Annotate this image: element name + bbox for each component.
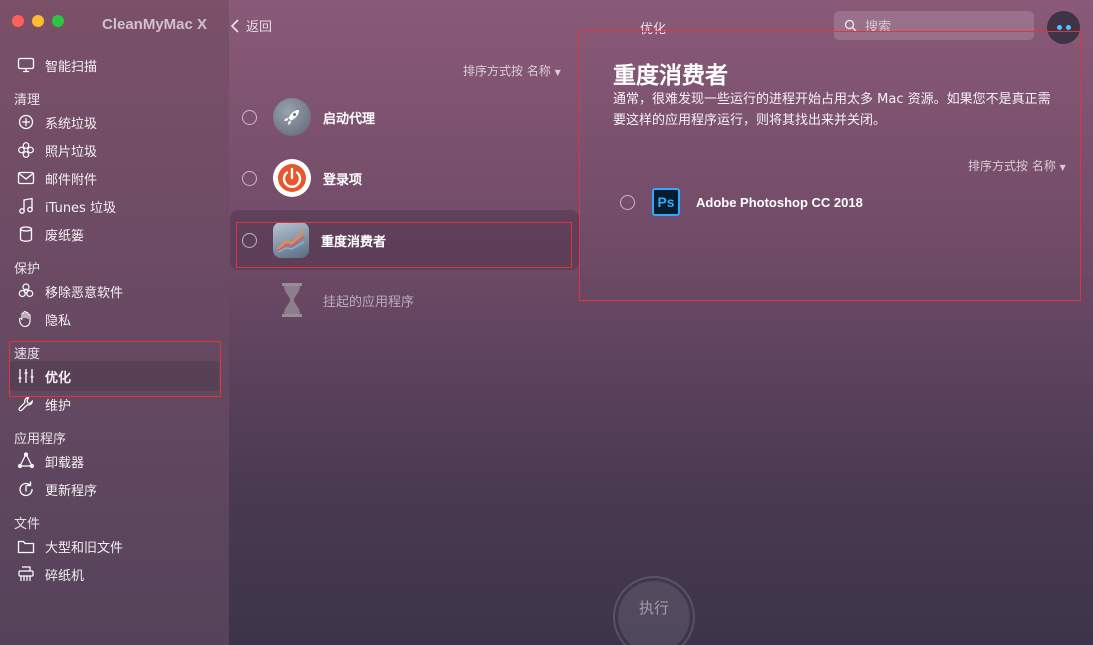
monitor-icon bbox=[16, 55, 36, 75]
sidebar-item-mail-attachments[interactable]: 邮件附件 bbox=[10, 163, 219, 193]
sliders-icon bbox=[16, 366, 36, 386]
sidebar-item-optimization[interactable]: 优化 bbox=[10, 361, 219, 391]
search-icon bbox=[844, 19, 857, 32]
sidebar-item-label: 隐私 bbox=[45, 313, 72, 329]
mail-icon bbox=[16, 168, 36, 188]
zoom-window-button[interactable] bbox=[52, 15, 64, 27]
system-junk-icon bbox=[16, 112, 36, 132]
sidebar-item-label: iTunes 垃圾 bbox=[45, 200, 116, 216]
sidebar-item-label: 系统垃圾 bbox=[45, 116, 98, 132]
sidebar-item-label: 更新程序 bbox=[45, 483, 98, 499]
list-item-launch-agents[interactable]: 启动代理 bbox=[230, 87, 579, 147]
chart-icon bbox=[273, 222, 309, 258]
sidebar-item-smart-scan[interactable]: 智能扫描 bbox=[10, 50, 219, 80]
sidebar-item-photo-junk[interactable]: 照片垃圾 bbox=[10, 135, 219, 165]
sidebar-item-label: 碎纸机 bbox=[45, 568, 85, 584]
section-label-cleanup: 清理 bbox=[14, 93, 41, 108]
list-item-label: 登录项 bbox=[323, 172, 363, 188]
sidebar-item-shredder[interactable]: 碎纸机 bbox=[10, 559, 219, 589]
assistant-button[interactable] bbox=[1047, 11, 1080, 44]
assistant-dot-icon bbox=[1056, 25, 1062, 30]
updater-icon bbox=[16, 479, 36, 499]
section-label-applications: 应用程序 bbox=[14, 432, 67, 447]
sidebar-item-label: 卸载器 bbox=[45, 455, 85, 471]
page-title: 优化 bbox=[640, 22, 667, 37]
sidebar-item-privacy[interactable]: 隐私 bbox=[10, 304, 219, 334]
sort-dropdown[interactable]: 排序方式按 名称 ▼ bbox=[463, 62, 561, 79]
rocket-icon bbox=[273, 98, 311, 136]
flower-icon bbox=[16, 140, 36, 160]
app-window: CleanMyMac X 智能扫描 清理 系统垃圾 照片垃圾 邮件附件 iTun… bbox=[0, 0, 1093, 645]
list-item-label: 挂起的应用程序 bbox=[323, 294, 415, 310]
sidebar-item-label: 邮件附件 bbox=[45, 172, 98, 188]
sort-label: 排序方式按 名称 bbox=[463, 64, 551, 78]
power-icon bbox=[273, 159, 311, 197]
search-input[interactable]: 搜索 bbox=[834, 11, 1034, 40]
biohazard-icon bbox=[16, 281, 36, 301]
hand-icon bbox=[16, 309, 36, 329]
back-label: 返回 bbox=[246, 20, 273, 35]
sidebar-item-label: 优化 bbox=[45, 370, 72, 386]
sidebar-item-label: 移除恶意软件 bbox=[45, 285, 124, 301]
chevron-left-icon bbox=[230, 18, 239, 33]
list-item-label: 启动代理 bbox=[323, 111, 376, 127]
sidebar-item-trash[interactable]: 废纸篓 bbox=[10, 219, 219, 249]
section-label-files: 文件 bbox=[14, 517, 41, 532]
app-title: CleanMyMac X bbox=[102, 16, 208, 33]
sidebar-item-label: 智能扫描 bbox=[45, 59, 98, 75]
app-row[interactable]: Ps Adobe Photoshop CC 2018 bbox=[620, 188, 863, 216]
sidebar-item-system-junk[interactable]: 系统垃圾 bbox=[10, 107, 219, 137]
detail-title: 重度消费者 bbox=[613, 63, 728, 89]
sidebar-item-updater[interactable]: 更新程序 bbox=[10, 474, 219, 504]
sidebar-item-label: 照片垃圾 bbox=[45, 144, 98, 160]
music-note-icon bbox=[16, 196, 36, 216]
run-button[interactable]: 执行 bbox=[618, 581, 690, 645]
checkbox[interactable] bbox=[242, 232, 257, 248]
sidebar-item-label: 大型和旧文件 bbox=[45, 540, 124, 556]
sidebar: CleanMyMac X 智能扫描 清理 系统垃圾 照片垃圾 邮件附件 iTun… bbox=[0, 0, 229, 645]
sidebar-item-itunes-junk[interactable]: iTunes 垃圾 bbox=[10, 191, 219, 221]
list-item-label: 重度消费者 bbox=[321, 234, 387, 250]
uninstaller-icon bbox=[16, 451, 36, 471]
run-button-ring: 执行 bbox=[613, 576, 695, 645]
hourglass-icon bbox=[273, 281, 311, 319]
sort-label: 排序方式按 名称 bbox=[968, 159, 1056, 173]
detail-description: 通常，很难发现一些运行的进程开始占用太多 Mac 资源。如果您不是真正需要这样的… bbox=[613, 92, 1051, 128]
sidebar-item-uninstaller[interactable]: 卸载器 bbox=[10, 446, 219, 476]
shredder-icon bbox=[16, 564, 36, 584]
list-item-login-items[interactable]: 登录项 bbox=[230, 148, 579, 208]
checkbox[interactable] bbox=[242, 109, 257, 125]
sidebar-item-label: 维护 bbox=[45, 398, 72, 414]
search-placeholder: 搜索 bbox=[865, 20, 892, 35]
sidebar-item-large-old-files[interactable]: 大型和旧文件 bbox=[10, 531, 219, 561]
list-item-hung-apps[interactable]: 挂起的应用程序 bbox=[230, 270, 579, 330]
checkbox[interactable] bbox=[242, 170, 257, 186]
photoshop-icon: Ps bbox=[652, 188, 680, 216]
section-label-protection: 保护 bbox=[14, 262, 41, 277]
app-name: Adobe Photoshop CC 2018 bbox=[696, 194, 863, 210]
list-item-heavy-consumers[interactable]: 重度消费者 bbox=[230, 210, 579, 270]
caret-down-icon: ▼ bbox=[554, 68, 561, 77]
assistant-dot-icon bbox=[1065, 25, 1071, 30]
close-window-button[interactable] bbox=[12, 15, 24, 27]
trash-icon bbox=[16, 224, 36, 244]
detail-sort-dropdown[interactable]: 排序方式按 名称 ▼ bbox=[968, 157, 1066, 174]
sidebar-item-maintenance[interactable]: 维护 bbox=[10, 389, 219, 419]
folder-icon bbox=[16, 536, 36, 556]
sidebar-item-label: 废纸篓 bbox=[45, 228, 85, 244]
section-label-speed: 速度 bbox=[14, 347, 41, 362]
sidebar-item-malware-removal[interactable]: 移除恶意软件 bbox=[10, 276, 219, 306]
caret-down-icon: ▼ bbox=[1059, 163, 1066, 172]
checkbox[interactable] bbox=[620, 194, 635, 210]
wrench-icon bbox=[16, 394, 36, 414]
back-button[interactable]: 返回 bbox=[230, 16, 272, 35]
window-controls bbox=[12, 15, 64, 27]
minimize-window-button[interactable] bbox=[32, 15, 44, 27]
